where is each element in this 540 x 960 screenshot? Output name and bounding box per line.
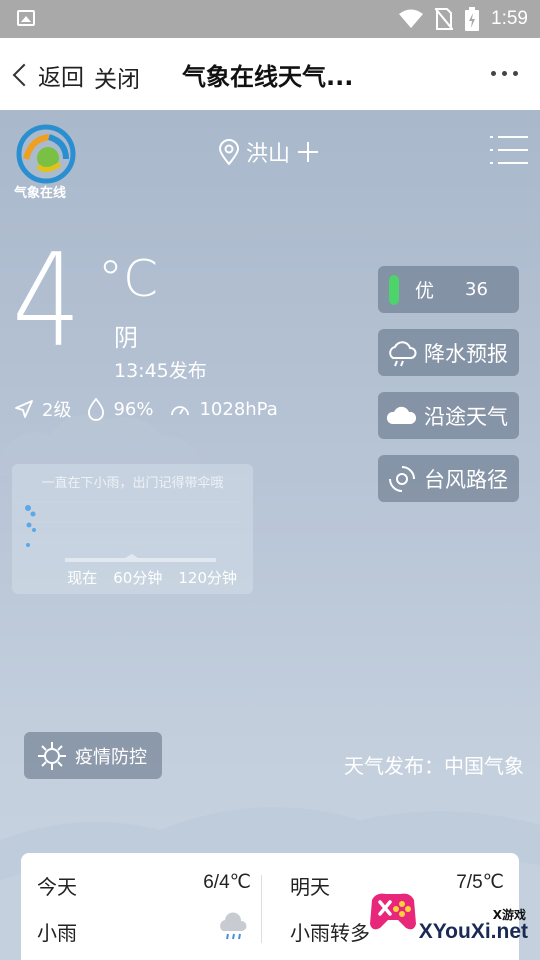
typhoon-icon xyxy=(389,465,415,492)
weather-source: 天气发布：中国气象 xyxy=(344,754,524,778)
back-button[interactable]: 返回 xyxy=(10,58,84,92)
precipitation-card[interactable]: 一直在下小雨，出门记得带伞哦 现在 60分钟 120分钟 xyxy=(12,464,253,594)
route-weather-button[interactable]: 沿途天气 xyxy=(378,392,519,439)
forecast-day: 明天 xyxy=(290,875,330,899)
forecast-condition: 小雨转多 xyxy=(290,921,370,945)
axis-label: 60分钟 xyxy=(113,569,163,587)
virus-icon xyxy=(38,741,66,770)
menu-line-icon xyxy=(498,149,528,151)
menu-line-icon xyxy=(498,136,528,138)
precipitation-forecast-label: 降水预报 xyxy=(424,341,508,366)
publish-time: 13:45发布 xyxy=(114,360,207,382)
status-bar: 1:59 xyxy=(0,0,540,38)
pressure-gauge-icon xyxy=(171,406,190,416)
epidemic-control-button[interactable]: 疫情防控 xyxy=(24,732,162,779)
forecast-condition: 小雨 xyxy=(37,921,77,945)
temperature-unit: °C xyxy=(98,250,158,308)
forecast-range: 6/4℃ xyxy=(203,872,251,893)
page-title: 气象在线天气... xyxy=(182,63,354,91)
location-selector[interactable]: 洪山 xyxy=(218,136,320,168)
pressure-stat: 1028hPa xyxy=(169,398,278,420)
aqi-value: 36 xyxy=(465,279,488,300)
close-button[interactable]: 关闭 xyxy=(94,60,140,94)
logo-text: 气象在线 xyxy=(14,186,67,201)
navigation-bar: 返回 关闭 气象在线天气... xyxy=(0,38,540,110)
wind-stat: 2级 xyxy=(14,396,71,422)
humidity-stat: 96% xyxy=(87,397,153,421)
current-temperature: 4 xyxy=(12,227,81,376)
watermark-main: XYouXi.net xyxy=(418,920,528,943)
dot-icon xyxy=(513,71,518,76)
light-rain-icon xyxy=(220,912,247,940)
axis-label: 现在 xyxy=(67,569,98,587)
typhoon-path-button[interactable]: 台风路径 xyxy=(378,455,519,502)
forecast-today[interactable]: 今天 6/4℃ 小雨 xyxy=(21,853,251,960)
add-location-icon[interactable] xyxy=(296,140,320,164)
menu-button[interactable] xyxy=(490,134,528,166)
dot-icon xyxy=(502,71,507,76)
dot-icon xyxy=(491,71,496,76)
air-quality-button[interactable]: 优 36 xyxy=(378,266,519,313)
back-label: 返回 xyxy=(38,65,84,91)
no-sim-icon xyxy=(435,8,454,30)
forecast-divider xyxy=(261,875,262,943)
menu-line-icon xyxy=(498,162,528,164)
precipitation-forecast-button[interactable]: 降水预报 xyxy=(378,329,519,376)
location-name: 洪山 xyxy=(246,142,291,167)
wind-direction-icon xyxy=(15,400,33,418)
chevron-left-icon xyxy=(12,63,36,87)
typhoon-path-label: 台风路径 xyxy=(424,467,508,492)
precipitation-axis: 现在 60分钟 120分钟 xyxy=(12,567,253,588)
menu-dot-icon xyxy=(490,162,493,164)
weather-main: 气象在线 洪山 4 °C 阴 13:45发布 2级 96% 1028hPa 一直… xyxy=(0,110,540,960)
humidity-drop-icon xyxy=(88,397,105,421)
wifi-icon xyxy=(399,9,424,28)
app-logo xyxy=(16,124,76,184)
menu-dot-icon xyxy=(490,149,493,151)
more-options-button[interactable] xyxy=(491,71,518,76)
pressure-value: 1028hPa xyxy=(199,398,278,420)
axis-label: 120分钟 xyxy=(178,569,237,587)
clock: 1:59 xyxy=(491,8,528,29)
location-pin-icon xyxy=(218,139,240,165)
epidemic-control-label: 疫情防控 xyxy=(75,746,147,768)
watermark-logo xyxy=(370,893,416,930)
cloud-icon xyxy=(387,406,417,424)
weather-stats: 2级 96% 1028hPa xyxy=(14,396,294,422)
wind-value: 2级 xyxy=(42,400,72,421)
rain-cloud-icon xyxy=(389,340,417,366)
forecast-day: 今天 xyxy=(37,875,77,899)
watermark: X游戏 XYouXi.net xyxy=(368,880,540,960)
current-condition: 阴 xyxy=(114,324,138,352)
image-notification-icon xyxy=(17,10,35,26)
precipitation-chart xyxy=(20,501,242,562)
humidity-value: 96% xyxy=(113,398,154,420)
route-weather-label: 沿途天气 xyxy=(424,404,508,429)
battery-icon xyxy=(465,7,480,31)
status-icons: 1:59 xyxy=(399,6,528,32)
aqi-indicator-bar xyxy=(389,274,399,305)
menu-dot-icon xyxy=(490,136,493,138)
aqi-label: 优 xyxy=(415,280,435,302)
precipitation-message: 一直在下小雨，出门记得带伞哦 xyxy=(41,476,224,491)
